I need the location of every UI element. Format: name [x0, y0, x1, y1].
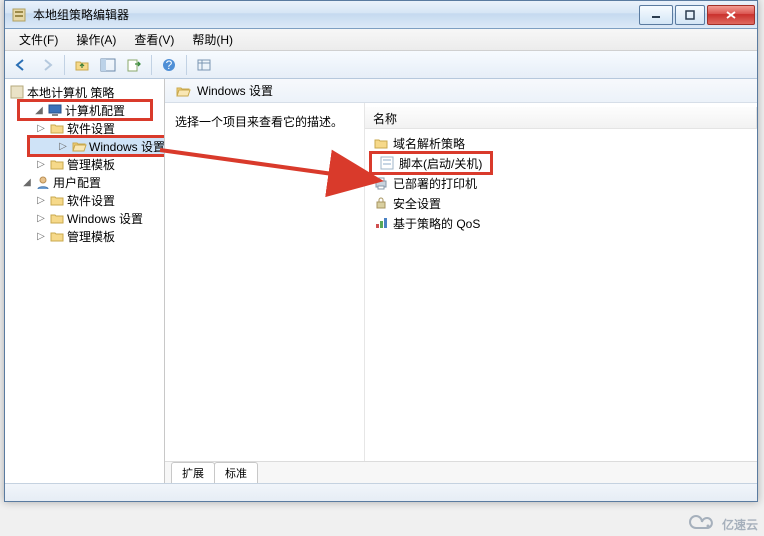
expand-icon[interactable]: ▷: [35, 123, 47, 134]
tree-label: 本地计算机 策略: [27, 84, 114, 101]
menu-file[interactable]: 文件(F): [11, 29, 66, 50]
tree-user-config[interactable]: ◢ 用户配置: [7, 173, 162, 191]
bottom-tabs: 扩展 标准: [165, 461, 757, 483]
toolbar-separator: [151, 55, 152, 75]
back-button[interactable]: [9, 54, 33, 76]
show-hide-tree-button[interactable]: [96, 54, 120, 76]
tree-pane[interactable]: 本地计算机 策略 ◢ 计算机配置 ▷ 软件设置 ▷ Windows 设置 ▷ 管: [5, 79, 165, 483]
tree-label: 管理模板: [67, 228, 115, 245]
export-button[interactable]: [122, 54, 146, 76]
item-list[interactable]: 名称 域名解析策略 脚本(启动/关机) 已部署的打印: [365, 103, 757, 461]
tree-label: 用户配置: [53, 174, 101, 191]
tab-extended[interactable]: 扩展: [171, 462, 215, 483]
window-title: 本地组策略编辑器: [33, 6, 639, 23]
list-header[interactable]: 名称: [365, 107, 757, 129]
tree-label: Windows 设置: [67, 210, 143, 227]
menu-help[interactable]: 帮助(H): [184, 29, 241, 50]
toolbar-separator: [186, 55, 187, 75]
collapse-icon[interactable]: ◢: [33, 105, 45, 116]
window-controls: [639, 5, 755, 25]
details-body: 选择一个项目来查看它的描述。 名称 域名解析策略 脚本(启动/关机): [165, 103, 757, 461]
policy-icon: [9, 84, 25, 100]
tab-standard[interactable]: 标准: [214, 462, 258, 483]
svg-text:?: ?: [166, 58, 173, 72]
folder-icon: [49, 192, 65, 208]
minimize-button[interactable]: [639, 5, 673, 25]
up-button[interactable]: [70, 54, 94, 76]
lock-icon: [373, 195, 389, 211]
tree-admin-templates-user[interactable]: ▷ 管理模板: [7, 227, 162, 245]
folder-icon: [373, 135, 389, 151]
menu-view[interactable]: 查看(V): [126, 29, 182, 50]
menu-bar: 文件(F) 操作(A) 查看(V) 帮助(H): [5, 29, 757, 51]
folder-icon: [49, 228, 65, 244]
close-button[interactable]: [707, 5, 755, 25]
list-item-label: 安全设置: [393, 195, 441, 212]
collapse-icon[interactable]: ◢: [21, 177, 33, 188]
toolbar: ?: [5, 51, 757, 79]
client-area: 本地计算机 策略 ◢ 计算机配置 ▷ 软件设置 ▷ Windows 设置 ▷ 管: [5, 79, 757, 483]
folder-icon: [49, 210, 65, 226]
tree-windows-settings[interactable]: ▷ Windows 设置: [29, 137, 165, 155]
tree-label: 管理模板: [67, 156, 115, 173]
toolbar-separator: [64, 55, 65, 75]
tree-label: Windows 设置: [89, 138, 165, 155]
help-button[interactable]: ?: [157, 54, 181, 76]
tree-admin-templates[interactable]: ▷ 管理模板: [7, 155, 162, 173]
list-item-security[interactable]: 安全设置: [365, 193, 757, 213]
description-text: 选择一个项目来查看它的描述。: [175, 115, 343, 129]
watermark: 亿速云: [688, 514, 758, 534]
tree-label: 软件设置: [67, 120, 115, 137]
expand-icon[interactable]: ▷: [35, 213, 47, 224]
folder-icon: [49, 156, 65, 172]
description-panel: 选择一个项目来查看它的描述。: [165, 103, 365, 461]
details-pane: Windows 设置 选择一个项目来查看它的描述。 名称 域名解析策略: [165, 79, 757, 483]
expand-icon[interactable]: ▷: [35, 231, 47, 242]
user-icon: [35, 174, 51, 190]
filter-button[interactable]: [192, 54, 216, 76]
details-header: Windows 设置: [165, 79, 757, 103]
column-name[interactable]: 名称: [365, 107, 757, 128]
script-icon: [379, 155, 395, 171]
menu-action[interactable]: 操作(A): [68, 29, 124, 50]
tree-windows-settings-user[interactable]: ▷ Windows 设置: [7, 209, 162, 227]
tree-software-settings[interactable]: ▷ 软件设置: [7, 119, 162, 137]
title-bar[interactable]: 本地组策略编辑器: [5, 1, 757, 29]
list-item-label: 已部署的打印机: [393, 175, 477, 192]
forward-button[interactable]: [35, 54, 59, 76]
list-item-label: 脚本(启动/关机): [399, 155, 482, 172]
tree-computer-config[interactable]: ◢ 计算机配置: [19, 101, 151, 119]
list-item-qos[interactable]: 基于策略的 QoS: [365, 213, 757, 233]
list-item-label: 域名解析策略: [393, 135, 465, 152]
maximize-button[interactable]: [675, 5, 705, 25]
chart-icon: [373, 215, 389, 231]
tree-root[interactable]: 本地计算机 策略: [7, 83, 162, 101]
list-item-label: 基于策略的 QoS: [393, 215, 480, 232]
list-item-scripts[interactable]: 脚本(启动/关机): [371, 153, 491, 173]
tree-label: 软件设置: [67, 192, 115, 209]
folder-open-icon: [175, 83, 191, 99]
status-bar: [5, 483, 757, 501]
tree-software-settings-user[interactable]: ▷ 软件设置: [7, 191, 162, 209]
expand-icon[interactable]: ▷: [35, 159, 47, 170]
list-item-printers[interactable]: 已部署的打印机: [365, 173, 757, 193]
tree-label: 计算机配置: [65, 102, 125, 119]
list-rows: 域名解析策略 脚本(启动/关机) 已部署的打印机 安全设置: [365, 129, 757, 233]
watermark-text: 亿速云: [722, 516, 758, 533]
window-frame: 本地组策略编辑器 文件(F) 操作(A) 查看(V) 帮助(H) ? 本地计算机…: [4, 0, 758, 502]
expand-icon[interactable]: ▷: [35, 195, 47, 206]
folder-icon: [49, 120, 65, 136]
list-item-dns-policy[interactable]: 域名解析策略: [365, 133, 757, 153]
app-icon: [11, 7, 27, 23]
printer-icon: [373, 175, 389, 191]
folder-open-icon: [71, 138, 87, 154]
computer-icon: [47, 102, 63, 118]
details-header-title: Windows 设置: [197, 82, 273, 99]
expand-icon[interactable]: ▷: [57, 141, 69, 152]
